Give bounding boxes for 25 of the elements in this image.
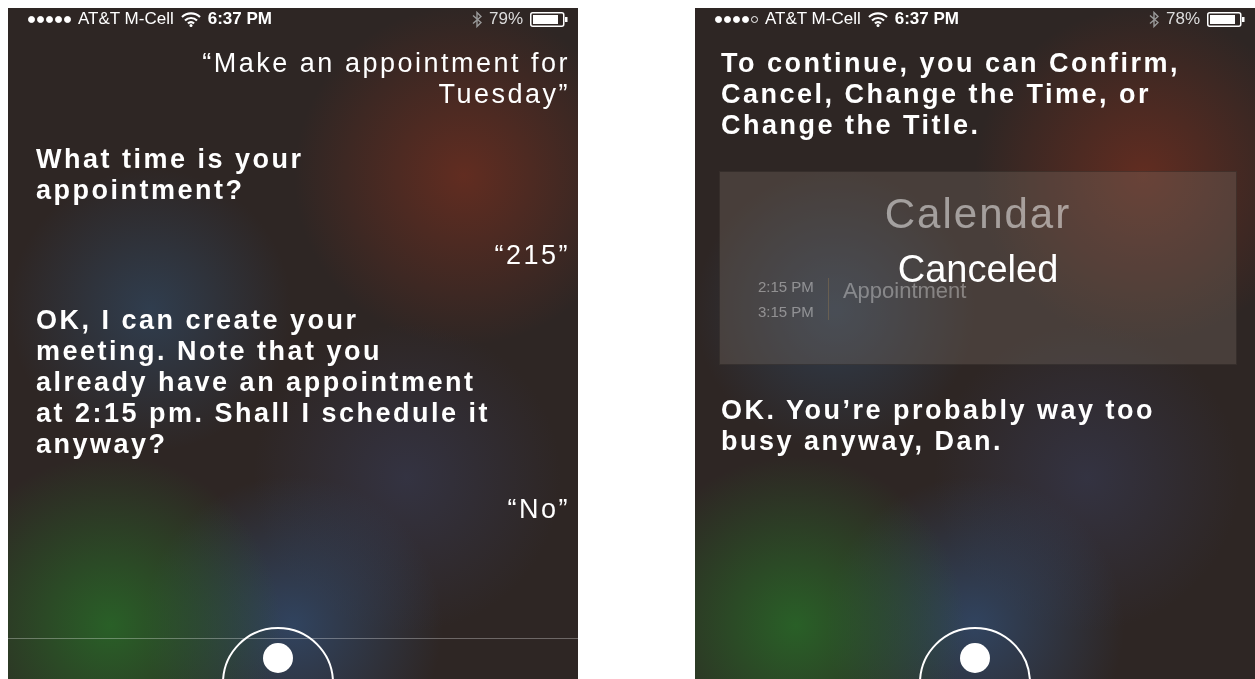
microphone-icon bbox=[960, 643, 990, 673]
assistant-reply: What time is your appointment? bbox=[36, 144, 305, 206]
battery-icon bbox=[1207, 11, 1245, 27]
bluetooth-icon bbox=[1148, 10, 1159, 28]
spoken-request: “Make an appointment for Tuesday” bbox=[202, 48, 570, 110]
start-time: 2:15 PM bbox=[758, 278, 814, 295]
assistant-reply: OK, I can create your meeting. Note that you already have an appointment at 2:15 pm. Shall I schedule it anyway? bbox=[36, 305, 492, 460]
spoken-request: “215” bbox=[494, 240, 570, 271]
bluetooth-icon bbox=[471, 10, 482, 28]
card-title: Calendar bbox=[883, 190, 1073, 238]
assistant-reply: OK. You’re probably way too busy anyway, Dan. bbox=[721, 395, 1157, 457]
status-time: 6:37 PM bbox=[207, 9, 272, 29]
wifi-icon bbox=[180, 11, 201, 27]
spoken-request: “No” bbox=[507, 494, 570, 525]
battery-icon bbox=[530, 11, 568, 27]
wifi-icon bbox=[867, 11, 888, 27]
battery-percent: 79% bbox=[488, 9, 523, 29]
carrier-name: AT&T M-Cell bbox=[765, 9, 861, 29]
battery-percent: 78% bbox=[1165, 9, 1200, 29]
carrier-name: AT&T M-Cell bbox=[78, 9, 174, 29]
microphone-icon bbox=[263, 643, 293, 673]
signal-icon bbox=[28, 15, 71, 23]
status-time: 6:37 PM bbox=[894, 9, 959, 29]
assistant-reply: To continue, you can Confirm, Cancel, Change the Time, or Change the Title. bbox=[721, 48, 1181, 141]
end-time: 3:15 PM bbox=[758, 303, 814, 320]
